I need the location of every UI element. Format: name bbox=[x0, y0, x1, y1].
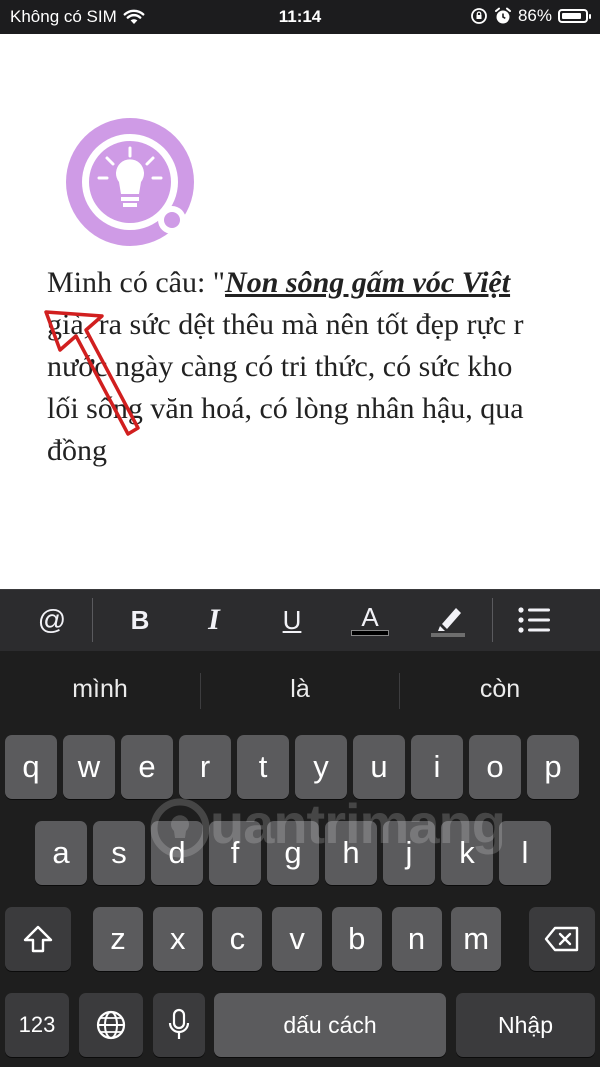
quote-title: Non sông gấm vóc Việt bbox=[225, 266, 511, 299]
suggestion-2[interactable]: là bbox=[200, 675, 400, 704]
key-u[interactable]: u bbox=[353, 735, 405, 799]
underline-button[interactable]: U bbox=[270, 600, 314, 640]
text-line-5: đồng bbox=[47, 434, 107, 467]
key-t[interactable]: t bbox=[237, 735, 289, 799]
bold-button[interactable]: B bbox=[118, 600, 162, 640]
keyboard: mình là còn qwertyuiop asdfghjkl zxcvbnm 1… bbox=[0, 651, 600, 1067]
key-n[interactable]: n bbox=[391, 907, 442, 971]
backspace-key[interactable] bbox=[529, 907, 595, 971]
globe-icon bbox=[96, 1010, 126, 1040]
text-color-button[interactable]: A bbox=[348, 600, 392, 640]
suggestion-bar: mình là còn bbox=[0, 651, 600, 731]
key-e[interactable]: e bbox=[121, 735, 173, 799]
key-c[interactable]: c bbox=[212, 907, 263, 971]
key-f[interactable]: f bbox=[209, 821, 261, 885]
key-v[interactable]: v bbox=[272, 907, 323, 971]
rotation-lock-icon bbox=[471, 8, 487, 24]
key-l[interactable]: l bbox=[499, 821, 551, 885]
suggestion-1[interactable]: mình bbox=[0, 675, 200, 704]
key-g[interactable]: g bbox=[267, 821, 319, 885]
key-x[interactable]: x bbox=[152, 907, 203, 971]
microphone-icon bbox=[168, 1008, 190, 1039]
key-y[interactable]: y bbox=[295, 735, 347, 799]
bullet-list-icon bbox=[518, 607, 550, 633]
space-key[interactable]: dấu cách bbox=[214, 993, 446, 1057]
highlight-button[interactable] bbox=[426, 600, 470, 640]
key-k[interactable]: k bbox=[441, 821, 493, 885]
key-z[interactable]: z bbox=[93, 907, 143, 971]
suggestion-3[interactable]: còn bbox=[400, 675, 600, 704]
status-right: 86% bbox=[470, 6, 591, 26]
toolbar-divider bbox=[492, 598, 493, 642]
key-a[interactable]: a bbox=[35, 821, 87, 885]
text-color-label: A bbox=[361, 602, 379, 632]
battery-percent: 86% bbox=[517, 6, 552, 25]
dictation-key[interactable] bbox=[153, 993, 205, 1057]
highlighter-icon bbox=[431, 608, 465, 637]
key-w[interactable]: w bbox=[63, 735, 115, 799]
status-bar: Không có SIM 11:14 86% bbox=[0, 0, 600, 34]
key-r[interactable]: r bbox=[179, 735, 231, 799]
mention-button[interactable]: @ bbox=[30, 600, 74, 640]
key-d[interactable]: d bbox=[151, 821, 203, 885]
key-i[interactable]: i bbox=[411, 735, 463, 799]
document-canvas[interactable]: Minh có câu: "Non sông gấm vóc Việt già,… bbox=[0, 34, 600, 589]
key-b[interactable]: b bbox=[331, 907, 382, 971]
shift-arrow-icon bbox=[23, 925, 53, 953]
text-line-1: Minh có câu: "Non sông gấm vóc Việt bbox=[47, 266, 511, 299]
red-arrow-icon bbox=[44, 310, 140, 436]
italic-button[interactable]: I bbox=[192, 600, 236, 640]
shift-key[interactable] bbox=[5, 907, 71, 971]
globe-key[interactable] bbox=[79, 993, 143, 1057]
alarm-clock-icon bbox=[494, 7, 511, 24]
key-m[interactable]: m bbox=[451, 907, 502, 971]
battery-icon bbox=[558, 9, 591, 23]
lightbulb-logo-icon bbox=[66, 118, 194, 246]
key-q[interactable]: q bbox=[5, 735, 57, 799]
list-button[interactable] bbox=[512, 600, 556, 640]
numbers-key[interactable]: 123 bbox=[5, 993, 69, 1057]
key-j[interactable]: j bbox=[383, 821, 435, 885]
format-toolbar: @ B I U A bbox=[0, 589, 600, 651]
backspace-icon bbox=[544, 926, 579, 952]
key-p[interactable]: p bbox=[527, 735, 579, 799]
key-o[interactable]: o bbox=[469, 735, 521, 799]
return-key[interactable]: Nhập bbox=[456, 993, 595, 1057]
text-color-swatch bbox=[351, 630, 389, 636]
key-h[interactable]: h bbox=[325, 821, 377, 885]
key-s[interactable]: s bbox=[93, 821, 145, 885]
toolbar-divider bbox=[92, 598, 93, 642]
